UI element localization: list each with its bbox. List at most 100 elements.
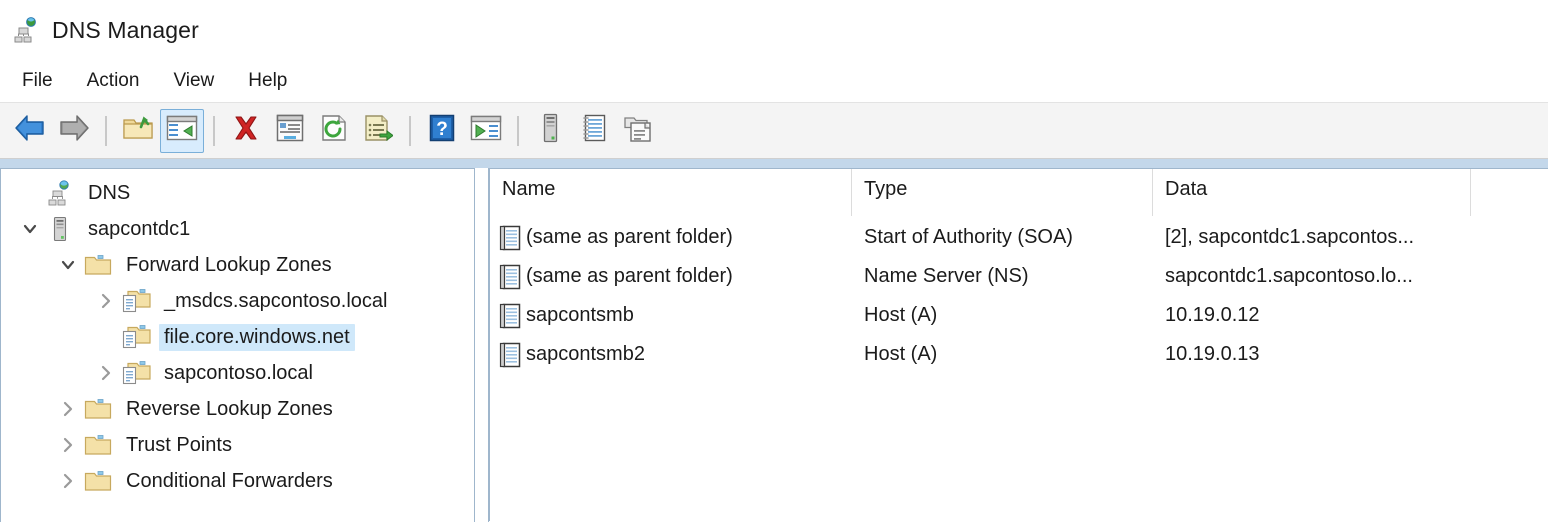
tree-item-label: Forward Lookup Zones <box>126 253 332 276</box>
record-type: Name Server (NS) <box>864 265 1029 287</box>
record-name: (same as parent folder) <box>526 226 733 248</box>
server-icon <box>540 113 560 148</box>
menu-action[interactable]: Action <box>79 67 154 95</box>
record-data: [2], sapcontdc1.sapcontos... <box>1165 226 1415 248</box>
record-name-cell: sapcontsmb2 <box>490 342 852 368</box>
refresh-icon <box>319 113 349 148</box>
menu-bar: File Action View Help <box>0 60 1548 102</box>
zone-icon <box>121 324 151 350</box>
toolbar-forward[interactable] <box>52 109 96 153</box>
tree-item-label: Reverse Lookup Zones <box>126 397 333 420</box>
show-console-tree-icon <box>166 114 198 147</box>
tree-item-label: Trust Points <box>126 433 232 456</box>
record-data: 10.19.0.12 <box>1165 304 1260 326</box>
table-row[interactable]: (same as parent folder) Name Server (NS)… <box>490 257 1548 296</box>
toolbar-back[interactable] <box>8 109 52 153</box>
table-row[interactable]: (same as parent folder) Start of Authori… <box>490 218 1548 257</box>
tree-item-sapcontoso-local[interactable]: sapcontoso.local <box>1 355 474 391</box>
chevron-down-icon[interactable] <box>53 256 83 274</box>
up-folder-icon <box>122 113 154 148</box>
chevron-right-icon[interactable] <box>91 364 121 382</box>
record-data: 10.19.0.13 <box>1165 343 1260 365</box>
menu-file[interactable]: File <box>14 67 67 95</box>
server-icon <box>45 216 75 242</box>
toolbar-show-hide-console-tree[interactable] <box>160 108 204 153</box>
chevron-right-icon[interactable] <box>53 400 83 418</box>
record-name-cell: sapcontsmb <box>490 303 852 329</box>
tree-item-label: file.core.windows.net <box>159 323 355 351</box>
toolbar-new-server[interactable] <box>528 109 572 153</box>
record-type: Start of Authority (SOA) <box>864 226 1073 248</box>
list-body: (same as parent folder) Start of Authori… <box>489 216 1548 521</box>
column-header-data[interactable]: Data <box>1153 169 1471 216</box>
toolbar-show-console[interactable] <box>464 109 508 153</box>
toolbar-export-list[interactable] <box>356 109 400 153</box>
table-row[interactable]: sapcontsmb2 Host (A) 10.19.0.13 <box>490 335 1548 374</box>
toolbar-copy[interactable] <box>616 109 660 153</box>
folder-icon <box>83 433 113 457</box>
tree-item-conditional-forwarders[interactable]: Conditional Forwarders <box>1 463 474 499</box>
dns-root-icon <box>45 180 75 206</box>
menu-help[interactable]: Help <box>240 67 301 95</box>
menu-view[interactable]: View <box>165 67 228 95</box>
tree-item-dns[interactable]: DNS <box>1 175 474 211</box>
pane-splitter[interactable] <box>474 168 489 522</box>
tree-item-sapcontdc1[interactable]: sapcontdc1 <box>1 211 474 247</box>
tree-item-file-core-windows-net[interactable]: file.core.windows.net <box>1 319 474 355</box>
title-bar: DNS Manager <box>0 0 1548 60</box>
record-name: (same as parent folder) <box>526 265 733 287</box>
toolbar-separator <box>105 115 107 146</box>
tree-item-reverse-lookup-zones[interactable]: Reverse Lookup Zones <box>1 391 474 427</box>
tree-item-label: sapcontdc1 <box>88 217 191 240</box>
record-name-cell: (same as parent folder) <box>490 264 852 290</box>
dns-record-icon <box>499 303 521 329</box>
record-data: sapcontdc1.sapcontoso.lo... <box>1165 265 1413 287</box>
toolbar: ? <box>0 102 1548 159</box>
properties-icon <box>275 113 305 148</box>
zone-icon <box>121 360 151 386</box>
chevron-right-icon[interactable] <box>53 436 83 454</box>
tree-item-label: _msdcs.sapcontoso.local <box>164 289 388 312</box>
records-list-pane: Name Type Data (same as parent folder) S… <box>489 168 1548 522</box>
tree-item-label: DNS <box>88 181 131 204</box>
chevron-right-icon[interactable] <box>53 472 83 490</box>
tree-item-msdcs-sapcontoso-local[interactable]: _msdcs.sapcontoso.local <box>1 283 474 319</box>
toolbar-properties[interactable] <box>268 109 312 153</box>
toolbar-up-one-level[interactable] <box>116 109 160 153</box>
toolbar-separator <box>409 115 411 146</box>
record-name: sapcontsmb <box>526 304 634 326</box>
dns-record-icon <box>499 342 521 368</box>
dns-record-icon <box>499 264 521 290</box>
toolbar-help[interactable]: ? <box>420 109 464 153</box>
dns-tree: DNS sapcontdc1 Forward Lookup Zones _msd… <box>1 169 474 499</box>
list-header: Name Type Data <box>489 168 1548 216</box>
record-name: sapcontsmb2 <box>526 343 645 365</box>
folder-icon <box>83 397 113 421</box>
svg-text:?: ? <box>436 119 448 140</box>
toolbar-new-zone[interactable] <box>572 109 616 153</box>
toolbar-refresh[interactable] <box>312 109 356 153</box>
run-console-icon <box>470 114 502 147</box>
zone-icon <box>121 288 151 314</box>
folder-icon <box>83 469 113 493</box>
chevron-right-icon[interactable] <box>91 292 121 310</box>
chevron-down-icon[interactable] <box>15 220 45 238</box>
column-header-type[interactable]: Type <box>852 169 1153 216</box>
table-row[interactable]: sapcontsmb Host (A) 10.19.0.12 <box>490 296 1548 335</box>
column-header-filler[interactable] <box>1471 169 1548 216</box>
toolbar-separator <box>517 115 519 146</box>
record-name-cell: (same as parent folder) <box>490 225 852 251</box>
column-header-name[interactable]: Name <box>490 169 852 216</box>
toolbar-delete[interactable] <box>224 109 268 153</box>
record-type: Host (A) <box>864 304 938 326</box>
toolbar-separator <box>213 115 215 146</box>
tree-item-label: sapcontoso.local <box>164 361 313 384</box>
tree-item-label: Conditional Forwarders <box>126 469 333 492</box>
tree-item-forward-lookup-zones[interactable]: Forward Lookup Zones <box>1 247 474 283</box>
console-tree-pane: DNS sapcontdc1 Forward Lookup Zones _msd… <box>0 168 474 522</box>
delete-x-icon <box>231 113 261 148</box>
record-list-icon <box>581 113 607 148</box>
dns-server-icon <box>14 17 40 43</box>
dns-record-icon <box>499 225 521 251</box>
tree-item-trust-points[interactable]: Trust Points <box>1 427 474 463</box>
